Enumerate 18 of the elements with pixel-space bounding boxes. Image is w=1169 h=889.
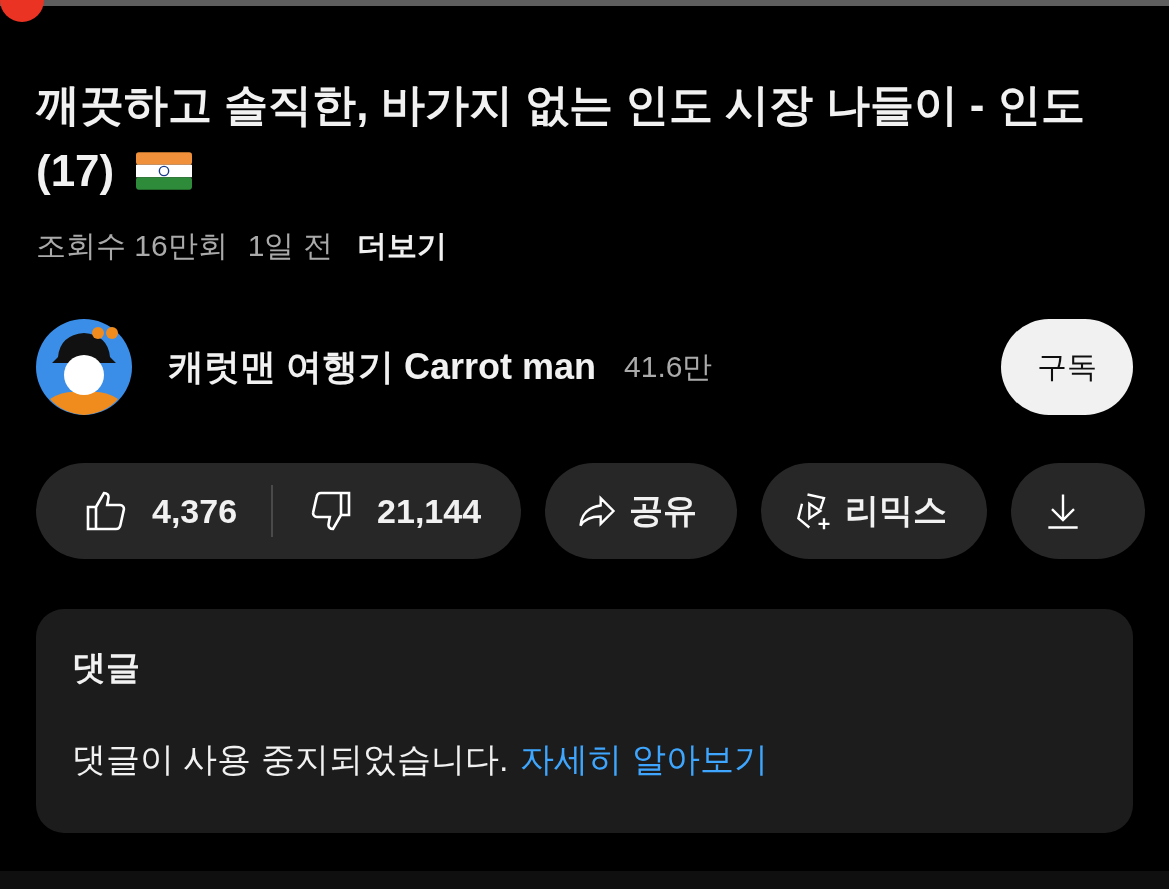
progress-bar[interactable] [0, 0, 1169, 22]
remix-button[interactable]: 리믹스 [761, 463, 988, 559]
india-flag-icon [136, 152, 193, 190]
subscriber-count: 41.6만 [624, 348, 713, 385]
learn-more-link[interactable]: 자세히 알아보기 [520, 737, 768, 783]
like-button[interactable]: 4,376 [62, 463, 258, 559]
subscribe-button[interactable]: 구독 [1001, 319, 1133, 415]
share-button[interactable]: 공유 [545, 463, 738, 559]
dislike-button[interactable]: 21,144 [287, 463, 502, 559]
view-count: 조회수 16만회 [36, 228, 228, 264]
channel-name[interactable]: 캐럿맨 여행기 Carrot man [168, 342, 597, 392]
more-link[interactable]: 더보기 [356, 226, 447, 267]
comments-heading: 댓글 [72, 647, 141, 688]
progress-handle[interactable] [0, 0, 44, 22]
video-title: 깨끗하고 솔직한, 바가지 없는 인도 시장 나들이 - 인도(17) [36, 79, 1086, 197]
comments-disabled-message: 댓글이 사용 중지되었습니다. [72, 739, 509, 780]
channel-avatar-drawing[interactable] [36, 319, 132, 415]
upload-age: 1일 전 [247, 228, 333, 264]
